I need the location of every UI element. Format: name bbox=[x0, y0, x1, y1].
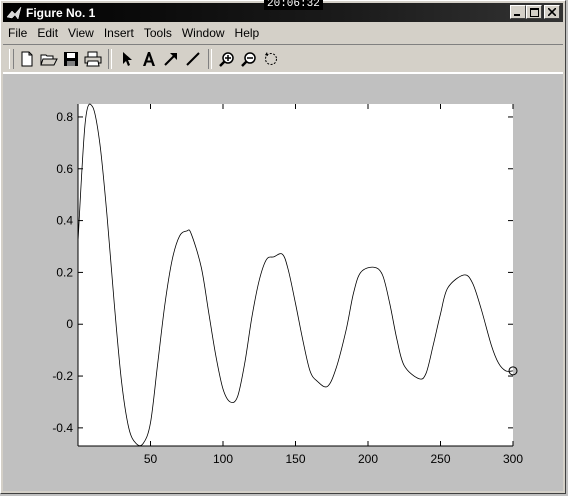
minimize-icon bbox=[514, 14, 520, 16]
zoom-out-icon bbox=[241, 52, 256, 67]
window-title: Figure No. 1 bbox=[26, 5, 96, 20]
toolbar-separator-2 bbox=[208, 49, 212, 69]
toolbar-separator bbox=[108, 49, 112, 69]
menu-tools[interactable]: Tools bbox=[139, 26, 177, 40]
zoom-in-button[interactable] bbox=[216, 48, 238, 70]
y-tick-label: 0.6 bbox=[56, 162, 73, 176]
line-icon bbox=[186, 52, 200, 66]
insert-arrow-button[interactable] bbox=[160, 48, 182, 70]
x-tick-label: 300 bbox=[503, 452, 523, 466]
maximize-button[interactable] bbox=[526, 5, 542, 19]
clock-overlay: 20:06:32 bbox=[264, 0, 323, 10]
menu-insert-label: Insert bbox=[103, 26, 134, 40]
x-tick-label: 100 bbox=[213, 452, 233, 466]
print-icon bbox=[84, 51, 102, 67]
figure-window: Figure No. 1 20:06:32 File Edit View Ins… bbox=[0, 0, 566, 494]
close-button[interactable] bbox=[544, 5, 560, 19]
y-tick-label: -0.4 bbox=[52, 421, 73, 435]
menu-file-label: File bbox=[8, 26, 28, 40]
close-icon bbox=[548, 8, 556, 16]
menu-edit-label: Edit bbox=[37, 26, 59, 40]
rotate-icon bbox=[265, 52, 277, 65]
plot-axes[interactable]: -0.4 -0.2 0 0.2 0.4 0.6 0.8 50 100 150 200 250 300 bbox=[3, 74, 565, 493]
y-tick-label: 0.2 bbox=[56, 265, 73, 279]
insert-text-button[interactable] bbox=[138, 48, 160, 70]
menu-bar: File Edit View Insert Tools Window Help bbox=[3, 23, 563, 43]
menu-file[interactable]: File bbox=[3, 26, 32, 40]
menu-help[interactable]: Help bbox=[230, 26, 265, 40]
x-tick-label: 200 bbox=[358, 452, 378, 466]
maximize-icon bbox=[529, 7, 539, 17]
print-button[interactable] bbox=[82, 48, 104, 70]
new-file-icon bbox=[21, 51, 33, 67]
rotate-3d-button[interactable] bbox=[260, 48, 282, 70]
open-folder-icon bbox=[40, 54, 58, 66]
menu-tools-label: Tools bbox=[143, 26, 172, 40]
save-button[interactable] bbox=[60, 48, 82, 70]
x-tick-label: 50 bbox=[144, 452, 158, 466]
matlab-logo-icon bbox=[6, 5, 22, 21]
zoom-in-icon bbox=[219, 52, 234, 67]
menu-view[interactable]: View bbox=[63, 26, 99, 40]
pointer-icon bbox=[123, 52, 132, 66]
plot-background bbox=[78, 104, 513, 446]
menu-window-label: Window bbox=[181, 26, 225, 40]
x-tick-label: 250 bbox=[430, 452, 450, 466]
y-tick-label: 0 bbox=[66, 317, 73, 331]
zoom-out-button[interactable] bbox=[238, 48, 260, 70]
x-tick-label: 150 bbox=[285, 452, 305, 466]
figure-toolbar bbox=[3, 44, 563, 74]
minimize-button[interactable] bbox=[510, 5, 526, 19]
open-button[interactable] bbox=[38, 48, 60, 70]
y-tick-label: -0.2 bbox=[52, 369, 73, 383]
new-file-button[interactable] bbox=[16, 48, 38, 70]
window-controls bbox=[510, 5, 560, 19]
menu-window[interactable]: Window bbox=[177, 26, 230, 40]
save-icon bbox=[64, 52, 78, 66]
arrow-icon bbox=[164, 53, 177, 66]
select-pointer-button[interactable] bbox=[116, 48, 138, 70]
menu-view-label: View bbox=[68, 26, 94, 40]
toolbar-grip[interactable] bbox=[9, 49, 14, 69]
insert-line-button[interactable] bbox=[182, 48, 204, 70]
y-tick-label: 0.8 bbox=[56, 110, 73, 124]
figure-canvas[interactable]: -0.4 -0.2 0 0.2 0.4 0.6 0.8 50 100 150 200 250 300 bbox=[3, 74, 563, 491]
text-icon bbox=[143, 52, 155, 66]
menu-edit[interactable]: Edit bbox=[32, 26, 63, 40]
menu-help-label: Help bbox=[234, 26, 260, 40]
y-tick-label: 0.4 bbox=[56, 214, 73, 228]
menu-insert[interactable]: Insert bbox=[99, 26, 139, 40]
